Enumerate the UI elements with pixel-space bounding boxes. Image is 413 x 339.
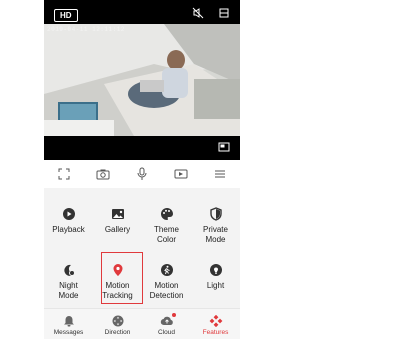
tab-label: Features	[202, 329, 229, 336]
feature-playback[interactable]: Playback	[44, 206, 93, 235]
gallery-icon	[110, 206, 126, 222]
feature-label-line2: Mode	[205, 235, 226, 244]
bell-icon	[62, 314, 76, 327]
feature-label: Private	[203, 225, 228, 234]
camera-feed-image: 2019-04-11 12:11:12	[44, 24, 240, 136]
feature-label-line2: Color	[156, 235, 177, 244]
snapshot-icon[interactable]	[92, 163, 114, 185]
feature-grid: Playback Gallery Theme Color Private Mod…	[44, 200, 240, 308]
feature-label: Playback	[52, 225, 85, 234]
feature-motion-tracking[interactable]: Motion Tracking	[93, 262, 142, 301]
notification-dot	[171, 313, 176, 317]
tab-direction[interactable]: Direction	[93, 309, 142, 339]
hd-quality-button[interactable]: HD	[54, 8, 78, 22]
tab-label: Cloud	[158, 329, 175, 336]
feature-private-mode[interactable]: Private Mode	[191, 206, 240, 245]
location-pin-icon	[110, 262, 126, 278]
feature-label: Light	[206, 281, 225, 290]
tab-label: Messages	[53, 329, 84, 336]
feature-label-line2: Detection	[149, 291, 184, 300]
tab-features[interactable]: Features	[191, 309, 240, 339]
control-bar	[44, 160, 240, 188]
motion-detection-icon	[159, 262, 175, 278]
feature-light[interactable]: Light	[191, 262, 240, 291]
tab-cloud[interactable]: Cloud	[142, 309, 191, 339]
cloud-icon	[160, 313, 176, 326]
tab-messages[interactable]: Messages	[44, 309, 93, 339]
fullscreen-toggle-icon[interactable]	[218, 6, 230, 24]
light-icon	[208, 262, 224, 278]
feature-label: Motion	[105, 281, 130, 290]
feature-theme-color[interactable]: Theme Color	[142, 206, 191, 245]
feature-label: Theme	[154, 225, 179, 234]
tab-label: Direction	[104, 329, 131, 336]
record-video-icon[interactable]	[170, 163, 192, 185]
feature-label: Night	[59, 281, 78, 290]
direction-icon	[111, 314, 125, 327]
feature-label: Motion	[154, 281, 179, 290]
divider	[44, 188, 240, 198]
feature-label: Gallery	[104, 225, 131, 234]
feature-motion-detection[interactable]: Motion Detection	[142, 262, 191, 301]
playback-icon	[61, 206, 77, 222]
feature-label-line2: Mode	[58, 291, 79, 300]
features-icon	[209, 314, 223, 328]
feature-night-mode[interactable]: Night Mode	[44, 262, 93, 301]
menu-icon[interactable]	[209, 163, 231, 185]
video-top-bar: HD	[44, 0, 240, 30]
palette-icon	[159, 206, 175, 222]
feature-label-line2: Tracking	[102, 291, 133, 300]
microphone-icon[interactable]	[131, 163, 153, 185]
feature-gallery[interactable]: Gallery	[93, 206, 142, 235]
bottom-tab-bar: Messages Direction Cloud Features	[44, 308, 240, 339]
video-bottom-bar	[44, 136, 240, 160]
picture-in-picture-icon[interactable]	[218, 139, 230, 157]
camera-app-screen: 2019-04-11 12:11:12 HD Playback Gallery …	[44, 0, 240, 339]
live-video-view[interactable]: 2019-04-11 12:11:12 HD	[44, 0, 240, 160]
fullscreen-icon[interactable]	[53, 163, 75, 185]
mute-icon[interactable]	[192, 6, 204, 24]
night-mode-icon	[61, 262, 77, 278]
private-mode-icon	[208, 206, 224, 222]
